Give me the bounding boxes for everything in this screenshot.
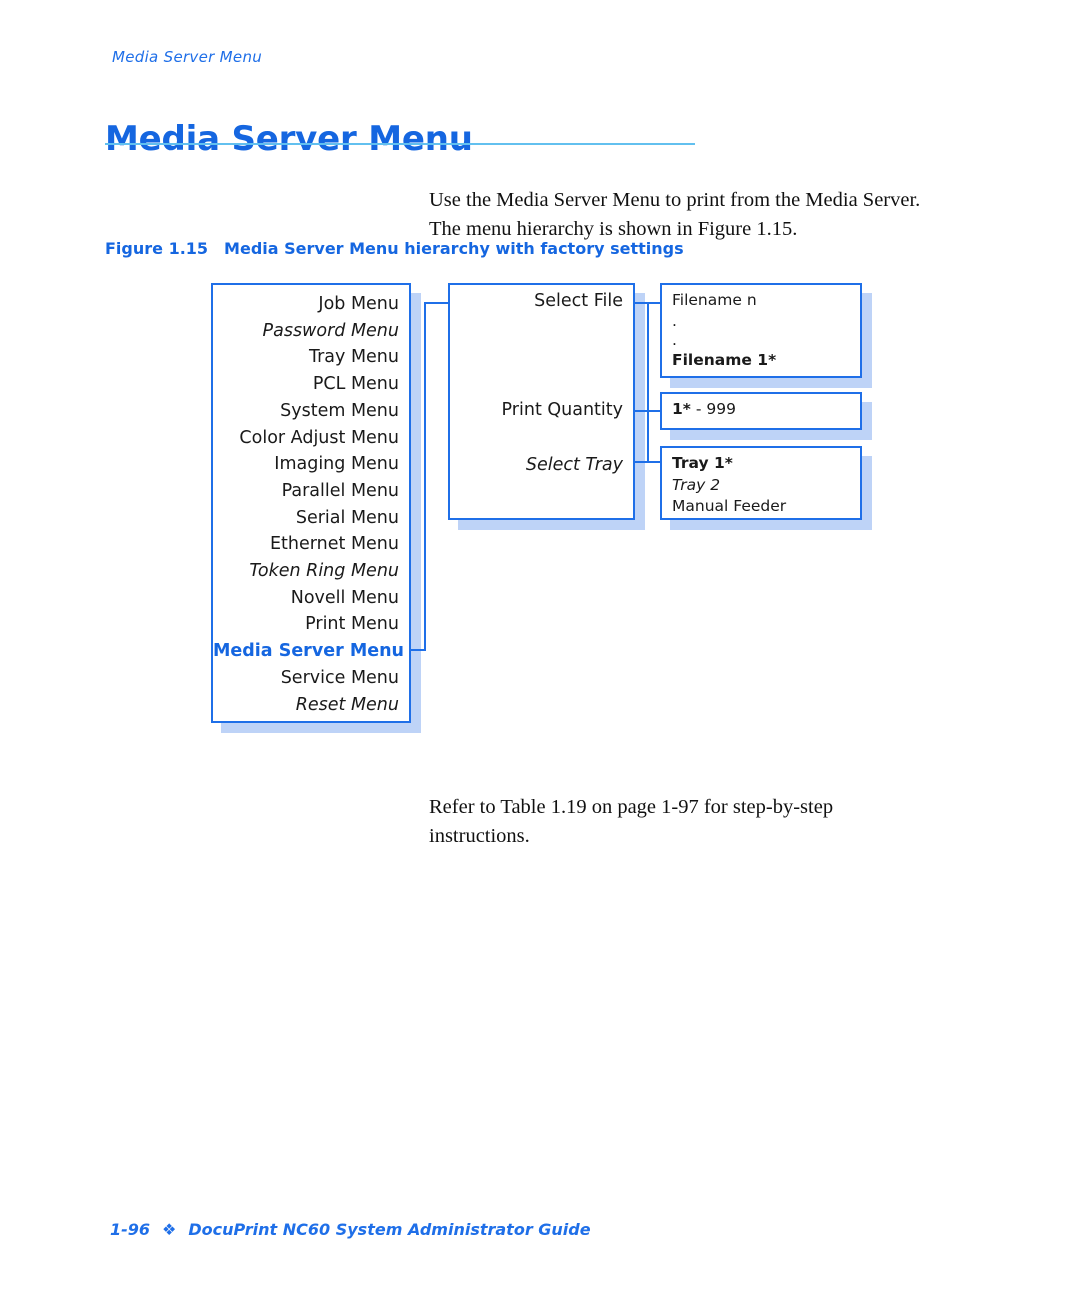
main-menu-item: Job Menu xyxy=(318,294,399,314)
page-footer: 1-96 ❖ DocuPrint NC60 System Administrator… xyxy=(110,1220,591,1239)
main-menu-item: Color Adjust Menu xyxy=(239,427,399,448)
filenames-box-shadow xyxy=(670,293,872,388)
outro-paragraph: Refer to Table 1.19 on page 1-97 for ste… xyxy=(429,795,834,847)
main-menu-item: Serial Menu xyxy=(295,507,399,528)
quantity-range-suffix: - 999 xyxy=(695,400,736,418)
main-menu-item: Token Ring Menu xyxy=(249,561,399,582)
main-menu-item: Parallel Menu xyxy=(281,480,399,501)
figure-caption-text: Media Server Menu hierarchy with factory… xyxy=(224,239,684,258)
main-menu-box-shadow xyxy=(221,293,421,733)
filenames-list: Filename n.. Filename 1* xyxy=(662,285,860,371)
tray-item: Tray 1* xyxy=(672,454,733,472)
connector-main-to-options-bottom xyxy=(411,649,426,651)
page-title: Media Server Menu xyxy=(105,118,473,159)
running-head: Media Server Menu xyxy=(112,48,263,66)
filename-item: . xyxy=(672,311,677,330)
main-menu-item: System Menu xyxy=(280,400,399,421)
quantity-range-item: 1* - 999 xyxy=(672,399,860,421)
main-menu-item: Service Menu xyxy=(280,667,399,688)
main-menu-item: Novell Menu xyxy=(290,587,399,608)
intro-paragraph: Use the Media Server Menu to print from … xyxy=(429,188,921,240)
trays-list: Tray 1* Tray 2 Manual Feeder xyxy=(662,448,860,518)
connector-main-to-options-vertical xyxy=(424,302,426,650)
option-select-file: Select File xyxy=(534,291,623,311)
trays-box-shadow xyxy=(670,456,872,530)
quantity-range-list: 1* - 999 xyxy=(662,394,860,421)
option-print-quantity: Print Quantity xyxy=(501,400,623,420)
figure-caption-number: Figure 1.15 xyxy=(105,239,209,258)
media-server-options-box: Select File Print Quantity Select Tray xyxy=(448,283,635,520)
footer-page-number: 1-96 xyxy=(110,1220,151,1239)
title-divider xyxy=(105,143,695,145)
main-menu-list: Job Menu Password Menu Tray Menu PCL Menu Sy… xyxy=(213,285,409,718)
quantity-box-shadow xyxy=(670,402,872,440)
connector-print-quantity-to-range xyxy=(633,410,662,412)
connector-select-tray-to-trays xyxy=(633,461,662,463)
connector-options-spine xyxy=(647,302,649,462)
connector-main-to-options-top xyxy=(424,302,450,304)
footer-guide-title: DocuPrint NC60 System Administrator Guid… xyxy=(188,1220,591,1239)
main-menu-item: Ethernet Menu xyxy=(270,534,399,555)
filename-item: . xyxy=(672,330,677,349)
main-menu-item: Imaging Menu xyxy=(274,454,399,475)
main-menu-item: PCL Menu xyxy=(312,374,399,395)
tray-item: Manual Feeder xyxy=(672,497,787,515)
media-options-box-shadow xyxy=(458,293,645,530)
filename-item: Filename n xyxy=(672,291,757,309)
option-select-tray: Select Tray xyxy=(525,455,623,475)
quantity-range-box: 1* - 999 xyxy=(660,392,862,430)
diamond-icon: ❖ xyxy=(162,1220,177,1239)
trays-box: Tray 1* Tray 2 Manual Feeder xyxy=(660,446,862,520)
figure-caption: Figure 1.15 Media Server Menu hierarchy w… xyxy=(105,239,684,258)
main-menu-item: Reset Menu xyxy=(295,694,399,715)
main-menu-item: Print Menu xyxy=(305,614,399,635)
filename-item: Filename 1* xyxy=(672,350,777,369)
connector-select-file-to-filenames xyxy=(633,302,662,304)
main-menu-box: Job Menu Password Menu Tray Menu PCL Menu Sy… xyxy=(211,283,411,723)
main-menu-item: Password Menu xyxy=(262,320,399,341)
main-menu-item: Media Server Menu xyxy=(213,641,405,662)
quantity-default-value: 1* xyxy=(672,400,691,418)
main-menu-item: Tray Menu xyxy=(308,347,399,368)
filenames-box: Filename n.. Filename 1* xyxy=(660,283,862,378)
tray-item: Tray 2 xyxy=(672,475,721,494)
